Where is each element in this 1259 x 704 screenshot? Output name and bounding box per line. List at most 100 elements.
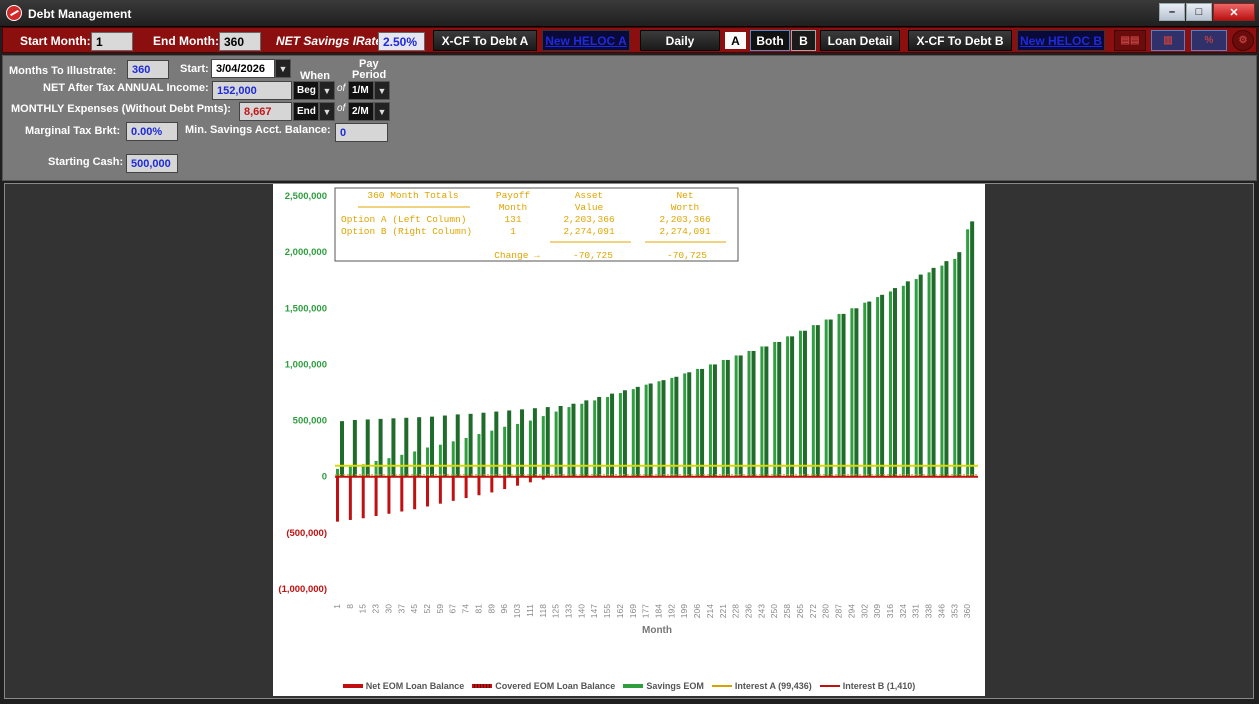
start-date-input[interactable]: 3/04/2026 — [211, 59, 275, 78]
row-b-asset: 2,274,091 — [563, 226, 615, 237]
savings-bar-b — [687, 372, 692, 477]
savings-bar-b — [340, 421, 344, 477]
x-tick-label: 162 — [615, 604, 625, 618]
savings-bar-a — [631, 389, 635, 477]
x-tick-label: 199 — [679, 604, 689, 618]
option-both-button[interactable]: Both — [750, 30, 790, 51]
legend-item-interest-b: Interest B (1,410) — [819, 681, 915, 691]
legend-label-net-loan: Net EOM Loan Balance — [365, 681, 465, 691]
y-tick-label: 1,500,000 — [285, 303, 327, 314]
option-a-button[interactable]: A — [723, 30, 748, 51]
expenses-when-dropdown-icon[interactable]: ▼ — [319, 102, 335, 121]
end-month-label: End Month: — [153, 34, 219, 48]
close-button[interactable]: ✕ — [1213, 3, 1255, 21]
start-month-input[interactable]: 1 — [91, 32, 133, 51]
savings-bar-b — [674, 376, 679, 477]
savings-bar-a — [721, 359, 725, 477]
savings-bar-a — [438, 444, 442, 477]
main-toolbar: Start Month: 1 End Month: 360 NET Saving… — [2, 27, 1257, 53]
row-b-net: 2,274,091 — [659, 226, 711, 237]
savings-bar-b — [442, 415, 447, 477]
minimize-button[interactable]: – — [1159, 3, 1185, 21]
x-tick-label: 125 — [551, 604, 561, 618]
new-heloc-b-button[interactable]: New HELOC B — [1017, 30, 1105, 51]
end-month-input[interactable]: 360 — [219, 32, 261, 51]
percent-view-icon[interactable]: % — [1191, 30, 1227, 51]
loan-bar-a — [374, 476, 378, 517]
x-tick-label: 89 — [486, 604, 496, 614]
tax-input[interactable]: 0.00% — [126, 122, 178, 141]
xcf-debt-b-button[interactable]: X-CF To Debt B — [908, 30, 1012, 51]
savings-bar-b — [751, 350, 756, 477]
savings-bar-a — [966, 229, 970, 477]
option-b-button[interactable]: B — [791, 30, 816, 51]
income-when-dropdown-icon[interactable]: ▼ — [319, 81, 335, 100]
maximize-button[interactable]: □ — [1186, 3, 1212, 21]
savings-bar-a — [490, 430, 494, 477]
expenses-of-label: of — [337, 103, 346, 114]
min-savings-input[interactable]: 0 — [335, 123, 388, 142]
change-net: -70,725 — [667, 250, 707, 261]
start-date-dropdown-icon[interactable]: ▼ — [275, 59, 291, 78]
change-label: Change → — [494, 250, 540, 261]
income-period-dropdown-icon[interactable]: ▼ — [374, 81, 390, 100]
x-tick-label: 81 — [473, 604, 483, 614]
new-heloc-a-button[interactable]: New HELOC A — [542, 30, 630, 51]
x-tick-label: 52 — [422, 604, 432, 614]
savings-bar-b — [854, 308, 859, 477]
loan-bar-a — [426, 476, 430, 507]
chart-view-icon[interactable]: ▥ — [1151, 30, 1185, 51]
x-tick-label: 103 — [512, 604, 522, 618]
savings-bar-b — [610, 393, 615, 477]
savings-bar-b — [802, 330, 807, 477]
debt-chart: 2,500,000 2,000,000 1,500,000 1,000,000 500,… — [278, 187, 978, 636]
savings-bar-a — [528, 420, 532, 477]
savings-bar-a — [824, 319, 828, 477]
x-tick-label: 169 — [628, 604, 638, 618]
x-tick-label: 324 — [898, 604, 908, 618]
y-tick-label: 2,500,000 — [285, 191, 327, 202]
table-view-icon[interactable]: ▤▤ — [1114, 30, 1146, 51]
savings-bar-b — [635, 386, 640, 477]
loan-bar-a — [348, 476, 352, 520]
x-tick-label: 15 — [358, 604, 368, 614]
settings-gear-icon[interactable]: ⚙ — [1232, 30, 1254, 51]
cash-input[interactable]: 500,000 — [126, 154, 178, 173]
x-tick-label: 265 — [795, 604, 805, 618]
savings-bar-a — [670, 377, 674, 477]
income-when-select[interactable]: Beg — [293, 81, 319, 100]
col-payoff-2: Month — [499, 202, 528, 213]
xcf-debt-a-button[interactable]: X-CF To Debt A — [433, 30, 537, 51]
savings-bar-a — [644, 384, 648, 477]
income-period-select[interactable]: 1/M — [348, 81, 374, 100]
savings-bar-a — [541, 416, 545, 477]
x-tick-label: 30 — [383, 604, 393, 614]
x-tick-label: 192 — [666, 604, 676, 618]
x-tick-label: 346 — [936, 604, 946, 618]
months-input[interactable]: 360 — [127, 60, 169, 79]
x-tick-label: 302 — [859, 604, 869, 618]
savings-bar-b — [352, 420, 357, 477]
x-tick-label: 37 — [396, 604, 406, 614]
settings-panel: Months To Illustrate: 360 Start: 3/04/20… — [2, 55, 1257, 181]
expenses-input[interactable]: 8,667 — [239, 102, 292, 121]
x-tick-label: 280 — [821, 604, 831, 618]
expenses-when-select[interactable]: End — [293, 102, 319, 121]
expenses-period-select[interactable]: 2/M — [348, 102, 374, 121]
legend-label-covered-loan: Covered EOM Loan Balance — [495, 681, 616, 691]
window-controls: – □ ✕ — [1158, 3, 1255, 21]
loan-detail-button[interactable]: Loan Detail — [820, 30, 900, 51]
net-loan-swatch-icon — [342, 684, 363, 688]
daily-button[interactable]: Daily — [640, 30, 720, 51]
expenses-period-dropdown-icon[interactable]: ▼ — [374, 102, 390, 121]
row-a-payoff: 131 — [504, 214, 521, 225]
col-payoff-1: Payoff — [496, 190, 531, 201]
x-tick-label: 74 — [461, 604, 471, 614]
savings-bar-b — [880, 294, 885, 477]
savings-rate-input[interactable]: 2.50% — [378, 32, 425, 51]
income-input[interactable]: 152,000 — [212, 81, 292, 100]
x-tick-label: 177 — [641, 604, 651, 618]
row-a-label: Option A (Left Column) — [341, 214, 466, 225]
y-tick-label: 1,000,000 — [285, 359, 327, 370]
savings-bar-a — [760, 346, 764, 477]
